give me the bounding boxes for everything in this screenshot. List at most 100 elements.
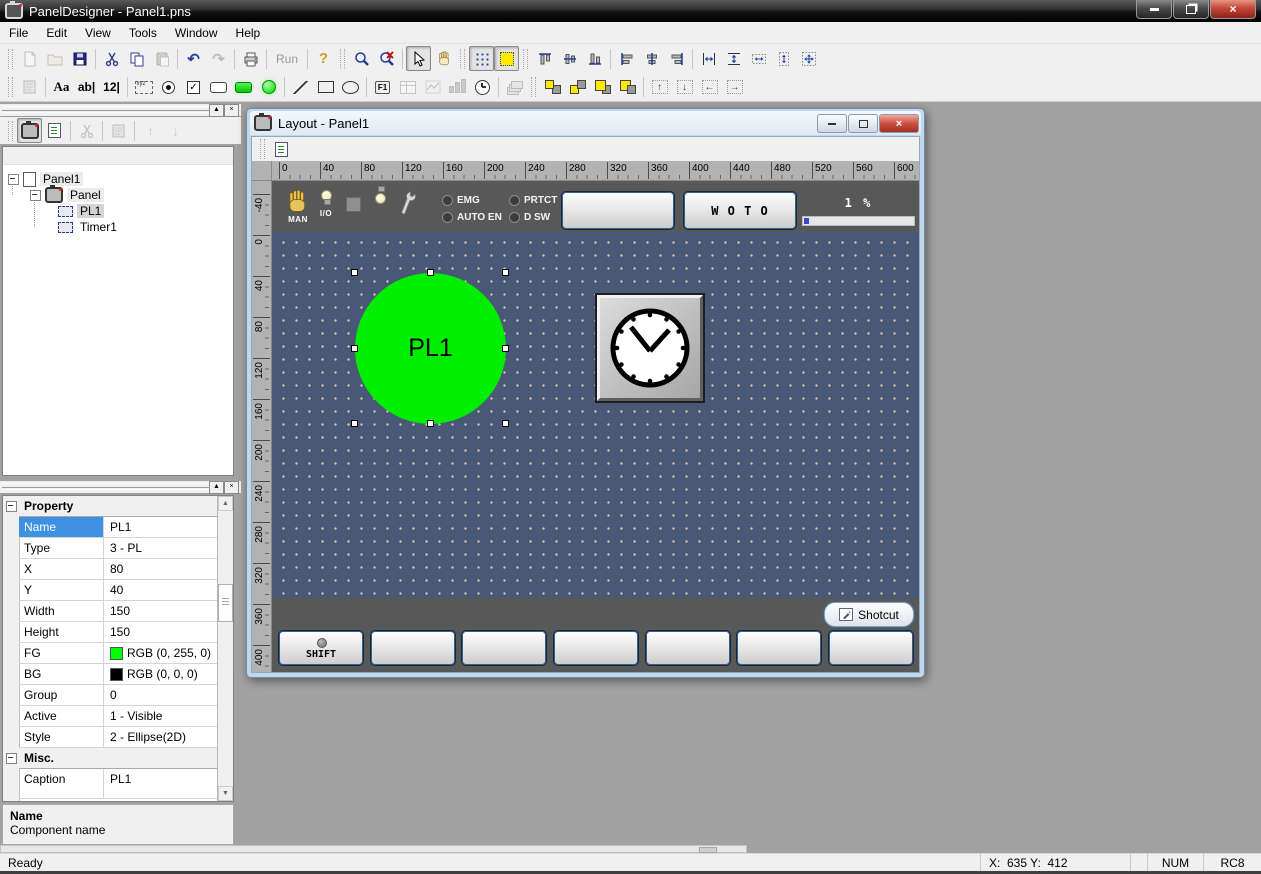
align-middle-button[interactable] [557,46,582,71]
undo-button[interactable]: ↶ [181,46,206,71]
design-canvas[interactable]: PL1 [272,232,919,598]
tree-node-timer1[interactable]: Timer1 [58,219,120,235]
document-view-button[interactable] [42,118,67,143]
lamp-rect-tool-button[interactable] [231,75,256,100]
save-button[interactable] [67,46,92,71]
panel-function-button[interactable] [371,631,455,665]
align-center-button[interactable] [639,46,664,71]
scrollbar-thumb[interactable] [218,584,233,622]
font-tool-button[interactable]: Aa [49,75,74,100]
zoom-button[interactable] [349,46,374,71]
wrench-icon[interactable] [396,190,418,218]
paste-button[interactable] [149,46,174,71]
lamp-pl1[interactable]: PL1 [355,273,506,424]
man-indicator[interactable]: MAN [285,189,311,224]
tree-node-panel1[interactable]: Panel1 [8,171,83,187]
new-button[interactable] [17,46,42,71]
pane-pin-button[interactable]: ▲ [209,481,224,494]
help-button[interactable]: ? [311,46,336,71]
toolbar-grip[interactable] [531,77,536,97]
align-left-button[interactable] [614,46,639,71]
function-key-tool-button[interactable]: F1 [370,75,395,100]
toolbar-grip[interactable] [260,139,265,159]
square-indicator[interactable] [346,197,361,212]
collapse-misc-icon[interactable] [6,753,17,764]
print-button[interactable] [238,46,263,71]
timer-tool-button[interactable] [470,75,495,100]
panel-function-button[interactable] [737,631,821,665]
toolbar-grip[interactable] [523,49,528,69]
timer1-clock-widget[interactable] [595,293,705,403]
collapse-expander-icon[interactable] [30,190,41,201]
zoom-off-button[interactable] [374,46,399,71]
panel-function-button[interactable] [829,631,913,665]
ellipse-tool-button[interactable] [338,75,363,100]
selection-handle-ne[interactable] [502,269,509,276]
bring-forward-button[interactable] [590,75,615,100]
tree-node-pl1[interactable]: PL1 [58,203,104,219]
panel-function-button[interactable] [462,631,546,665]
radio-tool-button[interactable] [156,75,181,100]
pan-tool-button[interactable] [431,46,456,71]
layout-minimize-button[interactable] [817,114,847,133]
dock-gripper[interactable] [2,483,209,495]
align-right-button[interactable] [664,46,689,71]
panel-view-button[interactable] [17,118,42,143]
collapse-expander-icon[interactable] [8,174,19,185]
workspace-horizontal-scrollbar[interactable] [0,845,747,853]
tree-node-label[interactable]: Panel [67,188,104,202]
tree-node-label[interactable]: PL1 [77,204,104,218]
rectangle-tool-button[interactable] [313,75,338,100]
table-tool-button[interactable] [395,75,420,100]
move-node-up-button[interactable]: ↑ [138,118,163,143]
checkbox-tool-button[interactable]: ✓ [181,75,206,100]
property-scrollbar[interactable]: ▲ ▼ [217,496,233,801]
align-bottom-button[interactable] [582,46,607,71]
toolbar-grip[interactable] [8,49,13,69]
graph-tool-button[interactable] [420,75,445,100]
bar-graph-tool-button[interactable] [445,75,470,100]
toolbar-grip[interactable] [340,49,345,69]
menu-tools[interactable]: Tools [120,23,166,43]
properties-button[interactable] [17,75,42,100]
panel-function-button[interactable] [646,631,730,665]
fg-color-swatch[interactable] [110,647,123,660]
panel-function-button[interactable] [554,631,638,665]
cut-button[interactable] [99,46,124,71]
tree-node-label[interactable]: Timer1 [77,220,120,234]
button-tool-button[interactable] [206,75,231,100]
toolbar-grip[interactable] [460,49,465,69]
panel-blank-button[interactable] [562,192,674,229]
align-top-button[interactable] [532,46,557,71]
scroll-up-icon[interactable]: ▲ [218,496,233,511]
restore-button[interactable] [1173,0,1209,19]
bring-to-front-button[interactable] [540,75,565,100]
menu-view[interactable]: View [76,23,120,43]
selection-handle-se[interactable] [502,420,509,427]
toolbar-grip[interactable] [8,77,13,97]
numeric-tool-button[interactable]: 12| [99,75,124,100]
selection-handle-w[interactable] [351,345,358,352]
menu-window[interactable]: Window [166,23,227,43]
selection-handle-e[interactable] [502,345,509,352]
selection-handle-sw[interactable] [351,420,358,427]
line-tool-button[interactable] [288,75,313,100]
run-button[interactable]: Run [270,52,304,66]
shift-button[interactable]: SHIFT [279,631,363,665]
selection-handle-s[interactable] [427,420,434,427]
layout-title-bar[interactable]: Layout - Panel1 × [250,111,921,135]
menu-help[interactable]: Help [227,23,270,43]
same-width-button[interactable] [696,46,721,71]
select-tool-button[interactable] [406,46,431,71]
move-up-button[interactable]: ↑ [647,75,672,100]
send-to-back-button[interactable] [565,75,590,100]
layers-button[interactable] [502,75,527,100]
collapse-property-icon[interactable] [6,501,17,512]
shotcut-button[interactable]: Shotcut [824,602,914,627]
delete-component-button[interactable] [74,118,99,143]
lamp-tool-button[interactable] [256,75,281,100]
size-both-button[interactable] [796,46,821,71]
menu-file[interactable]: File [0,23,37,43]
pane-close-button[interactable]: × [224,104,239,117]
menu-edit[interactable]: Edit [37,23,76,43]
